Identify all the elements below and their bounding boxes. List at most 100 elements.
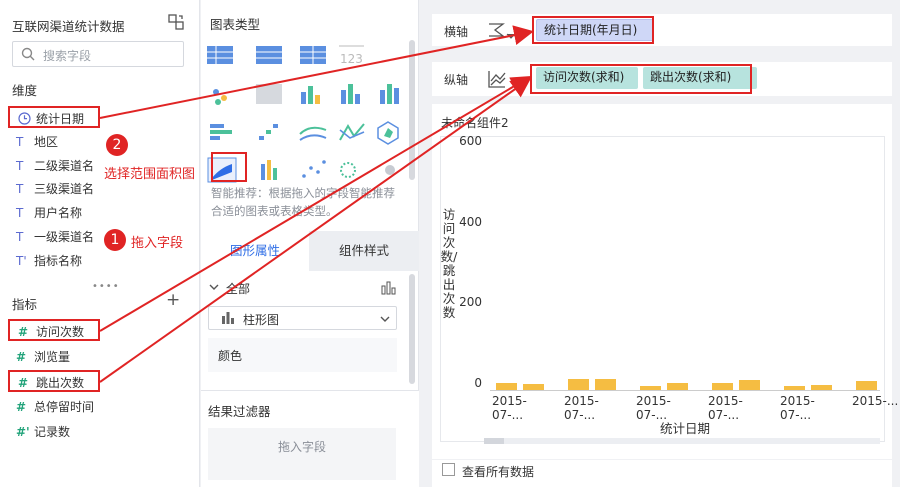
measure-label: 跳出次数 (36, 376, 85, 390)
horizontal-bar-icon[interactable] (210, 124, 232, 140)
grouped-bar-icon[interactable] (301, 86, 320, 104)
y-axis-icon[interactable] (487, 69, 507, 92)
filter-drop-zone[interactable]: 拖入字段 (208, 428, 396, 480)
x-tick-label: 2015-... (852, 394, 899, 408)
chart-type-scrollbar[interactable] (409, 40, 415, 180)
bar-chart-icon (221, 312, 235, 327)
cross-table-icon[interactable] (256, 46, 282, 64)
measure-field-bounces[interactable]: # 跳出次数 (8, 370, 100, 392)
svg-text:123: 123 (340, 52, 363, 66)
dataset-title: 互联网渠道统计数据 (12, 19, 125, 34)
show-all-data-label[interactable]: 查看所有数据 (462, 463, 534, 480)
y-tick-label: 400 (459, 214, 482, 229)
dimension-field[interactable]: T 用户名称 (8, 202, 158, 224)
smart-recommend-tip: 智能推荐：根据拖入的字段智能推荐合适的图表或表格类型。 (211, 186, 395, 218)
x-axis-title: 统计日期 (660, 421, 711, 436)
bubble-chart-icon[interactable] (340, 162, 356, 178)
measure-label: 记录数 (34, 425, 71, 439)
measure-field-visits[interactable]: # 访问次数 (8, 319, 100, 341)
measures-title: 指标 (12, 297, 38, 312)
table-chart-icon[interactable] (207, 46, 233, 64)
derived-text-icon: T' (16, 254, 27, 268)
measure-field[interactable]: # 总停留时间 (8, 396, 158, 418)
derived-number-icon: #' (16, 425, 30, 439)
funnel-chart-icon[interactable] (385, 165, 395, 175)
kpi-number-icon[interactable]: 123 (339, 45, 364, 66)
chart-select-value: 柱形图 (243, 313, 280, 327)
tab-component-style[interactable]: 组件样式 (309, 231, 419, 271)
bar[interactable] (595, 378, 616, 390)
switch-dataset-icon[interactable] (167, 13, 185, 31)
x-tick-label: 2015-07-... (780, 394, 815, 422)
step-2-text: 选择范围面积图 (104, 167, 196, 182)
map-dot-icon[interactable] (213, 89, 227, 105)
resize-handle[interactable]: •••• (92, 281, 120, 292)
chart-type-select[interactable]: 柱形图 (208, 306, 397, 330)
search-field-box[interactable]: 搜索字段 (12, 41, 184, 67)
x-tick-label: 2015-07-... (492, 394, 527, 422)
dimension-label: 一级渠道名 (34, 230, 95, 244)
chart-horizontal-scrollbar[interactable] (484, 438, 880, 444)
text-type-icon: T (16, 159, 24, 173)
bar[interactable] (640, 385, 661, 390)
y-tick-label: 200 (459, 295, 482, 310)
chart-type-grid: 123 (207, 45, 399, 183)
scatter-chart-icon[interactable] (302, 160, 326, 178)
dimension-field[interactable]: T' 指标名称 (8, 250, 158, 272)
heat-map-icon[interactable] (256, 84, 282, 104)
y-axis-label: 纵轴 (444, 73, 469, 87)
color-attribute-row[interactable]: 颜色 (208, 338, 397, 372)
bar[interactable] (811, 385, 832, 390)
x-tick-label: 2015-07-... (564, 394, 599, 422)
x-axis-line (490, 390, 880, 391)
bar[interactable] (784, 385, 805, 390)
bar[interactable] (568, 378, 589, 390)
multi-line-icon[interactable] (339, 123, 365, 141)
bar[interactable] (496, 382, 517, 390)
bar[interactable] (712, 383, 733, 390)
dimension-field[interactable]: T 地区 (8, 131, 158, 153)
scrollbar-thumb[interactable] (484, 438, 504, 444)
line-chart-icon[interactable] (299, 126, 327, 141)
measure-field[interactable]: # 浏览量 (8, 346, 158, 368)
y-tick-label: 600 (459, 134, 482, 148)
dimension-label: 用户名称 (34, 206, 83, 220)
add-measure-icon[interactable]: + (166, 290, 180, 310)
bar[interactable] (739, 379, 760, 390)
chart-type-title: 图表类型 (210, 17, 261, 32)
attribute-all-label[interactable]: 全部 (226, 280, 250, 297)
bar-chart-icon[interactable] (381, 281, 397, 298)
number-type-icon: # (16, 350, 27, 364)
number-type-icon: # (16, 400, 27, 414)
step-1-text: 拖入字段 (131, 236, 184, 251)
bar[interactable] (856, 381, 877, 390)
stacked-bar-icon[interactable] (380, 84, 399, 104)
show-all-data-checkbox[interactable] (442, 463, 455, 476)
step-bar-icon[interactable] (259, 124, 278, 140)
combo-bar-icon[interactable] (261, 160, 277, 180)
dimension-label: 指标名称 (34, 254, 83, 268)
tab-graphic-attributes[interactable]: 图形属性 (201, 231, 309, 271)
chevron-down-icon (379, 313, 391, 328)
text-type-icon: T (16, 135, 24, 149)
highlight-box-y-axis (530, 64, 752, 94)
color-label: 颜色 (218, 349, 243, 363)
measure-field[interactable]: #' 记录数 (8, 421, 158, 443)
attribute-scrollbar[interactable] (409, 274, 415, 384)
radar-chart-icon[interactable] (377, 121, 399, 145)
bar-chart-icon[interactable] (341, 84, 360, 104)
bar[interactable] (523, 383, 544, 390)
detail-table-icon[interactable] (300, 46, 326, 64)
x-axis-icon[interactable] (487, 21, 517, 44)
dimension-field-date[interactable]: 统计日期 (8, 106, 100, 128)
filter-drop-hint: 拖入字段 (277, 440, 326, 454)
x-axis-row: 横轴 统计日期(年月日) (432, 14, 892, 46)
chart-title: 未命名组件2 (441, 116, 509, 130)
bar[interactable] (667, 383, 688, 390)
x-tick-label: 2015-07-... (708, 394, 743, 422)
chevron-down-icon[interactable] (208, 281, 220, 296)
text-type-icon: T (16, 206, 24, 220)
measure-label: 访问次数 (36, 325, 85, 339)
range-area-chart-icon[interactable] (207, 157, 237, 183)
step-2-badge: 2 (106, 134, 128, 156)
